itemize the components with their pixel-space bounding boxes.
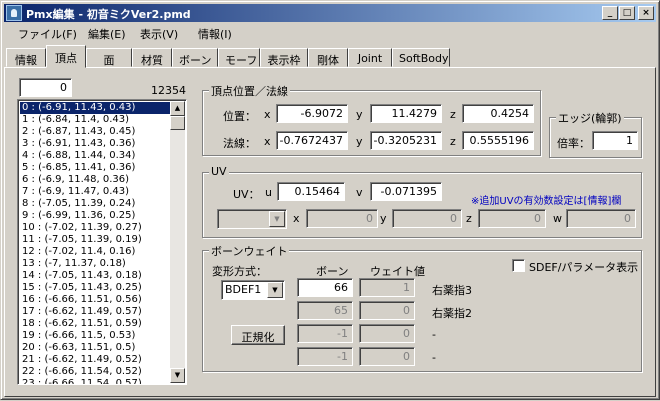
bone-column-header: ボーン: [316, 265, 349, 278]
position-label: 位置：: [223, 110, 256, 123]
ext-z-input: 0: [478, 209, 546, 228]
main-window: Pmx編集 - 初音ミクVer2.pmd _ □ × ファイル(F) 編集(E)…: [0, 0, 660, 400]
list-item[interactable]: 11 : (-7.05, 11.39, 0.19): [20, 234, 170, 246]
list-item[interactable]: 4 : (-6.88, 11.44, 0.34): [20, 150, 170, 162]
position-normal-title: 頂点位置／法線: [209, 83, 290, 99]
ext-w-label: w: [553, 212, 562, 225]
uv-note: ※追加UVの有効数設定は[情報]欄: [471, 196, 622, 207]
bone-2-name: 右薬指2: [432, 307, 472, 320]
sdef-checkbox[interactable]: [512, 259, 525, 272]
list-item[interactable]: 19 : (-6.66, 11.5, 0.53): [20, 330, 170, 342]
uv-v-label: v: [356, 186, 363, 199]
list-item[interactable]: 2 : (-6.87, 11.43, 0.45): [20, 126, 170, 138]
list-item[interactable]: 21 : (-6.62, 11.49, 0.52): [20, 354, 170, 366]
weight-column-header: ウェイト値: [370, 265, 425, 278]
edge-rate-input[interactable]: 1: [592, 131, 638, 150]
vertex-list-items: 0 : (-6.91, 11.43, 0.43) 1 : (-6.84, 11.4…: [20, 102, 170, 384]
bone-2-input: 65: [297, 301, 353, 320]
list-item[interactable]: 8 : (-7.05, 11.39, 0.24): [20, 198, 170, 210]
weight-4-input: 0: [359, 347, 415, 366]
scroll-down-icon[interactable]: ▼: [170, 368, 185, 383]
edge-title: エッジ(輪郭): [556, 110, 624, 126]
list-item[interactable]: 3 : (-6.91, 11.43, 0.36): [20, 138, 170, 150]
uv-label: UV：: [233, 188, 260, 201]
chevron-down-icon[interactable]: ▼: [267, 282, 283, 298]
ext-y-input: 0: [392, 209, 462, 228]
list-item[interactable]: 5 : (-6.85, 11.41, 0.36): [20, 162, 170, 174]
normal-z-label: z: [450, 135, 456, 148]
list-item[interactable]: 9 : (-6.99, 11.36, 0.25): [20, 210, 170, 222]
normal-x-input[interactable]: -0.7672437: [276, 131, 348, 150]
list-item[interactable]: 18 : (-6.62, 11.51, 0.59): [20, 318, 170, 330]
edge-rate-label: 倍率：: [557, 137, 590, 150]
bone-1-input[interactable]: 66: [297, 278, 353, 297]
scroll-up-icon[interactable]: ▲: [170, 101, 185, 116]
list-item[interactable]: 6 : (-6.9, 11.48, 0.36): [20, 174, 170, 186]
list-item[interactable]: 7 : (-6.9, 11.47, 0.43): [20, 186, 170, 198]
list-item[interactable]: 10 : (-7.02, 11.39, 0.27): [20, 222, 170, 234]
uv-index-select: ▼: [217, 209, 287, 229]
uv-u-input[interactable]: 0.15464: [277, 182, 345, 201]
uv-title: UV: [209, 165, 229, 178]
position-z-input[interactable]: 0.4254: [462, 104, 534, 123]
chevron-down-icon: ▼: [269, 211, 285, 227]
bone-4-name: -: [432, 351, 436, 364]
bone-1-name: 右薬指3: [432, 284, 472, 297]
ext-w-input: 0: [566, 209, 636, 228]
list-item[interactable]: 14 : (-7.05, 11.43, 0.18): [20, 270, 170, 282]
list-item[interactable]: 17 : (-6.62, 11.49, 0.57): [20, 306, 170, 318]
ext-x-input: 0: [306, 209, 378, 228]
sdef-label: SDEF/パラメータ表示: [529, 261, 639, 274]
deform-method-select[interactable]: BDEF1 ▼: [221, 280, 285, 300]
bone-3-name: -: [432, 328, 436, 341]
normal-z-input[interactable]: 0.5555196: [462, 131, 534, 150]
deform-method-label: 変形方式：: [212, 265, 267, 278]
position-x-input[interactable]: -6.9072: [276, 104, 348, 123]
scroll-thumb[interactable]: [170, 116, 185, 130]
bone-4-input: -1: [297, 347, 353, 366]
list-item[interactable]: 16 : (-6.66, 11.51, 0.56): [20, 294, 170, 306]
ext-y-label: y: [380, 212, 387, 225]
normal-x-label: x: [264, 135, 271, 148]
ext-x-label: x: [293, 212, 300, 225]
normalize-button[interactable]: 正規化: [231, 325, 285, 345]
vertex-list[interactable]: 0 : (-6.91, 11.43, 0.43) 1 : (-6.84, 11.4…: [17, 99, 187, 385]
weight-3-input: 0: [359, 324, 415, 343]
list-item[interactable]: 1 : (-6.84, 11.4, 0.43): [20, 114, 170, 126]
list-item[interactable]: 13 : (-7, 11.37, 0.18): [20, 258, 170, 270]
deform-method-value: BDEF1: [225, 283, 262, 296]
weight-1-input: 1: [359, 278, 415, 297]
list-item[interactable]: 15 : (-7.05, 11.43, 0.25): [20, 282, 170, 294]
normal-label: 法線：: [223, 137, 256, 150]
uv-u-label: u: [265, 186, 272, 199]
uv-v-input[interactable]: -0.071395: [370, 182, 442, 201]
vertex-list-scrollbar[interactable]: ▲ ▼: [170, 101, 185, 383]
normal-y-label: y: [356, 135, 363, 148]
position-y-input[interactable]: 11.4279: [370, 104, 442, 123]
position-y-label: y: [356, 108, 363, 121]
vertex-count: 12354: [151, 84, 186, 97]
weight-2-input: 0: [359, 301, 415, 320]
list-item[interactable]: 0 : (-6.91, 11.43, 0.43): [20, 102, 170, 114]
vertex-index-input[interactable]: 0: [19, 78, 72, 97]
ext-z-label: z: [466, 212, 472, 225]
list-item[interactable]: 23 : (-6.66, 11.54, 0.57): [20, 378, 170, 384]
position-z-label: z: [450, 108, 456, 121]
bone-3-input: -1: [297, 324, 353, 343]
normal-y-input[interactable]: -0.3205231: [370, 131, 442, 150]
list-item[interactable]: 12 : (-7.02, 11.4, 0.16): [20, 246, 170, 258]
list-item[interactable]: 22 : (-6.66, 11.54, 0.52): [20, 366, 170, 378]
position-x-label: x: [264, 108, 271, 121]
list-item[interactable]: 20 : (-6.63, 11.51, 0.5): [20, 342, 170, 354]
bone-weight-title: ボーンウェイト: [209, 243, 290, 259]
